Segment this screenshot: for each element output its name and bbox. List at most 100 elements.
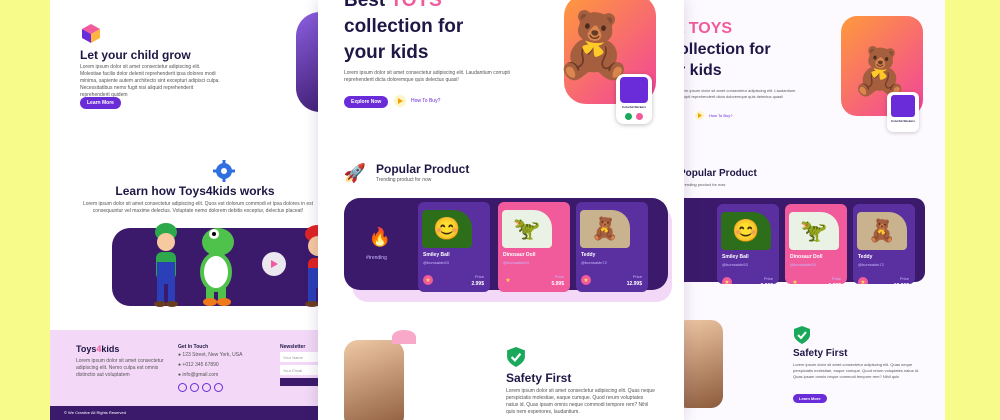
center-product-card[interactable]: 🧸 Teddy @bumsaidn72 ★ Price 12.99$ xyxy=(576,202,648,292)
right-popular-sub: Trending product for now xyxy=(681,182,726,187)
sticker-card: Colorful Stickers xyxy=(616,74,652,124)
center-hero-title: Best TOYS collection for your kids xyxy=(344,0,464,63)
right-product-card[interactable]: 😊 Smiley Ball @bumsaidn53 ★ Price 2.99$ xyxy=(717,204,779,284)
right-play-icon[interactable] xyxy=(695,111,704,120)
product-image: 🧸 xyxy=(857,212,907,250)
fire-icon: 🔥 xyxy=(368,226,392,247)
footer: Toys4kids Lorem ipsum dolor sit amet con… xyxy=(50,330,340,420)
product-price: 2.99$ xyxy=(760,283,773,284)
play-button[interactable] xyxy=(262,252,286,276)
copyright-bar: © We Creative All Rights Reserved xyxy=(50,406,340,420)
product-name: Smiley Ball xyxy=(423,252,450,258)
right-safety-text: Lorem ipsum dolor sit amet consectetur a… xyxy=(793,362,920,379)
product-image: 🦖 xyxy=(789,212,839,250)
learn-title: Learn how Toys4kids works xyxy=(115,184,275,198)
center-product-card[interactable]: 🦖 Dinosaur Doll @bumsaidn53 ★ Price 5.99$ xyxy=(498,202,570,292)
contact-email: ● info@gmail.com xyxy=(178,372,219,378)
right-hero-title: t TOYS ollection for r kids xyxy=(679,20,771,79)
product-handle: @bumsaidn53 xyxy=(722,262,748,267)
cube-icon xyxy=(80,22,102,44)
price-label: Price xyxy=(763,276,773,281)
product-name: Dinosaur Doll xyxy=(503,252,536,258)
star-icon[interactable]: ★ xyxy=(858,277,868,284)
newsletter-title: Newsletter xyxy=(280,344,306,350)
yoshi-figure xyxy=(194,222,238,308)
product-name: Dinosaur Doll xyxy=(790,254,823,260)
product-image: 🦖 xyxy=(502,210,552,248)
footer-brand: Toys4kids xyxy=(76,344,120,354)
sticker-share-icon[interactable] xyxy=(625,113,632,120)
product-name: Teddy xyxy=(581,252,596,258)
price-label: Price xyxy=(474,274,484,279)
star-icon[interactable]: ★ xyxy=(423,275,433,285)
left-page-preview: Let your child grow Lorem ipsum dolor si… xyxy=(50,0,340,420)
center-hero-text: Lorem ipsum dolor sit amet consectetur a… xyxy=(344,70,510,83)
product-handle: @bumsaidn72 xyxy=(858,262,884,267)
contact-address: ● 123 Street, New York, USA xyxy=(178,352,243,358)
product-handle: @bumsaidn53 xyxy=(790,262,816,267)
facebook-icon[interactable] xyxy=(190,383,199,392)
shield-icon xyxy=(506,346,526,368)
instagram-icon[interactable] xyxy=(214,383,223,392)
star-icon[interactable]: ★ xyxy=(581,275,591,285)
how-to-buy-play-icon[interactable] xyxy=(394,95,406,107)
rocket-icon: 🚀 xyxy=(343,162,367,183)
product-price: 2.99$ xyxy=(471,281,484,287)
star-icon[interactable]: ★ xyxy=(790,277,800,284)
center-product-card[interactable]: 😊 Smiley Ball @bumsaidn53 ★ Price 2.99$ xyxy=(418,202,490,292)
product-image: 😊 xyxy=(721,212,771,250)
product-price: 5.99$ xyxy=(828,283,841,284)
contact-title: Get In Touch xyxy=(178,344,209,350)
right-sticker-card: Colorful Stickers xyxy=(887,92,919,132)
footer-brand-text: Lorem ipsum dolor sit amet consectetur a… xyxy=(76,358,164,378)
product-handle: @bumsaidn53 xyxy=(423,260,449,265)
product-handle: @bumsaidn53 xyxy=(503,260,529,265)
luigi-figure xyxy=(146,218,186,308)
sticker-image xyxy=(620,77,648,103)
product-image: 🧸 xyxy=(580,210,630,248)
linkedin-icon[interactable] xyxy=(202,383,211,392)
popular-sub: Trending product for now xyxy=(376,177,432,183)
star-icon[interactable]: ★ xyxy=(722,277,732,284)
trending-label: #trending xyxy=(366,255,387,261)
price-label: Price xyxy=(899,276,909,281)
right-page-preview: t TOYS ollection for r kids Lorem ipsum … xyxy=(655,0,945,420)
safety-text: Lorem ipsum dolor sit amet consectetur a… xyxy=(506,388,655,415)
how-to-buy-link[interactable]: How To Buy? xyxy=(411,98,440,104)
left-learn-more-button[interactable]: Learn More xyxy=(80,97,121,109)
product-name: Smiley Ball xyxy=(722,254,749,260)
explore-now-button[interactable]: Explore Now xyxy=(344,96,389,108)
safety-title: Safety First xyxy=(506,371,572,385)
product-name: Teddy xyxy=(858,254,873,260)
contact-phone: ● +012 345 67890 xyxy=(178,362,219,368)
popular-title: Popular Product xyxy=(376,162,470,176)
right-learn-more-button[interactable]: Learn More xyxy=(793,394,827,403)
gear-icon xyxy=(213,160,235,182)
right-how-to-buy-link[interactable]: How To Buy? xyxy=(709,113,733,118)
safety-image xyxy=(344,330,416,420)
sticker-heart-icon[interactable] xyxy=(636,113,643,120)
learn-text: Lorem ipsum dolor sit amet consectetur a… xyxy=(82,201,314,214)
right-sticker-label: Colorful Stickers xyxy=(890,119,915,123)
social-icons xyxy=(178,383,223,392)
center-page-preview: Best TOYS collection for your kids Lorem… xyxy=(318,0,684,420)
left-hero-text: Lorem ipsum dolor sit amet consectetur a… xyxy=(80,64,220,98)
product-image: 😊 xyxy=(422,210,472,248)
sticker-label: Colorful Stickers xyxy=(621,105,646,109)
price-label: Price xyxy=(632,274,642,279)
right-popular-title: Popular Product xyxy=(679,168,757,179)
safety-headband xyxy=(392,330,416,344)
twitter-icon[interactable] xyxy=(178,383,187,392)
right-hero-text: Lorem ipsum dolor sit amet consectetur a… xyxy=(677,88,796,99)
product-price: 12.99$ xyxy=(894,283,909,284)
product-price: 5.99$ xyxy=(551,281,564,287)
right-product-card[interactable]: 🦖 Dinosaur Doll @bumsaidn53 ★ Price 5.99$ xyxy=(785,204,847,284)
right-product-card[interactable]: 🧸 Teddy @bumsaidn72 ★ Price 12.99$ xyxy=(853,204,915,284)
product-handle: @bumsaidn72 xyxy=(581,260,607,265)
left-hero-title: Let your child grow xyxy=(80,48,191,62)
price-label: Price xyxy=(831,276,841,281)
right-sticker-image xyxy=(891,95,915,117)
price-label: Price xyxy=(554,274,564,279)
right-shield-icon xyxy=(793,326,811,344)
star-icon[interactable]: ★ xyxy=(503,275,513,285)
